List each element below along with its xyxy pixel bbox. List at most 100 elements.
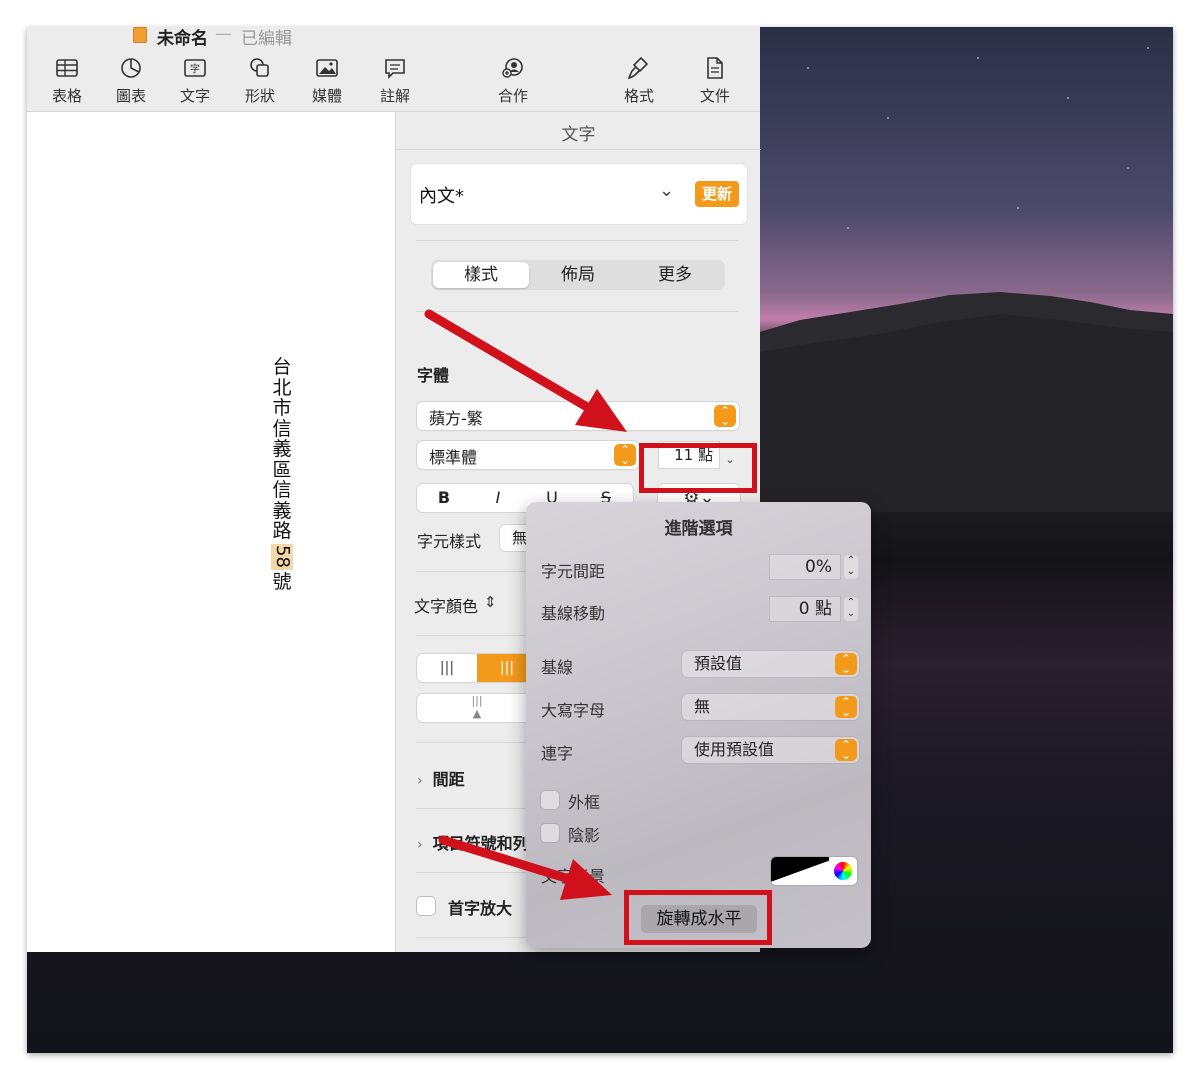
selected-number: 58 <box>271 543 293 570</box>
star <box>1127 167 1129 169</box>
text-char: 信 <box>272 479 292 501</box>
collaborate-icon <box>502 58 523 78</box>
divider <box>416 240 738 241</box>
document-icon <box>707 57 723 79</box>
star <box>1067 97 1069 99</box>
text-background-color-well[interactable] <box>771 857 857 885</box>
up-down-chevron-icon: ⌃ ⌄ <box>835 696 857 718</box>
chevron-right-icon: › <box>417 773 423 789</box>
toolbar-table-button[interactable]: 表格 <box>37 55 97 106</box>
title-separator: — <box>215 27 232 44</box>
advanced-options-popover: 進階選項 字元間距 0% ⌃ ⌄ 基線移動 0 點 ⌃ ⌄ 基線 預設值 ⌃ ⌄ 大寫… <box>526 502 871 948</box>
bullets-label: 項目符號和列表 <box>432 834 529 853</box>
format-brush-icon <box>627 56 649 80</box>
baseline-shift-label: 基線移動 <box>541 604 606 623</box>
mountain-silhouette <box>760 292 1173 512</box>
text-char: 號 <box>272 570 292 593</box>
alignment-buttons: ||| ||| <box>417 654 537 682</box>
chevron-down-icon[interactable]: ⌄ <box>659 180 674 201</box>
toolbar-comment-button[interactable]: 註解 <box>365 55 425 106</box>
toolbar-document-button[interactable]: 文件 <box>685 55 745 106</box>
bold-button[interactable]: B <box>417 484 471 512</box>
toolbar-label: 註解 <box>379 87 410 105</box>
text-char: 北 <box>272 376 292 399</box>
caps-popup[interactable]: 無 ⌃ ⌄ <box>682 694 859 720</box>
baseline-shift-stepper[interactable]: ⌃ ⌄ <box>844 597 858 621</box>
ligature-popup[interactable]: 使用預設值 ⌃ ⌄ <box>682 737 859 763</box>
divider <box>416 311 738 312</box>
dropcap-checkbox[interactable] <box>417 897 435 915</box>
baseline-shift-field[interactable]: 0 點 <box>770 597 840 621</box>
star <box>887 117 889 119</box>
toolbar-label: 合作 <box>497 87 528 105</box>
char-style-label: 字元樣式 <box>417 532 482 551</box>
toolbar-media-button[interactable]: 媒體 <box>297 55 357 106</box>
indent-control[interactable]: ||| ▲ <box>417 694 537 722</box>
up-down-chevron-icon: ⌃ ⌄ <box>835 739 857 761</box>
tab-more[interactable]: 更多 <box>627 262 723 288</box>
sidebar-tabs: 樣式 佈局 更多 <box>431 260 725 290</box>
star <box>847 227 849 229</box>
outline-checkbox[interactable] <box>541 791 559 809</box>
tab-style[interactable]: 樣式 <box>433 262 529 288</box>
toolbar-label: 媒體 <box>311 87 342 105</box>
toolbar-collaborate-button[interactable]: 合作 <box>483 55 543 106</box>
spacing-disclosure[interactable]: › 間距 <box>417 766 465 790</box>
font-weight-popup[interactable]: 標準體 ⌃ ⌄ <box>417 441 639 469</box>
spacing-label: 間距 <box>432 770 465 789</box>
star <box>1017 207 1019 209</box>
up-down-chevron-icon: ⌃ ⌄ <box>714 405 736 427</box>
color-swatch[interactable] <box>771 857 829 885</box>
dropcap-label: 首字放大 <box>448 899 513 918</box>
text-char: 義 <box>272 499 292 522</box>
toolbar-text-button[interactable]: 字 文字 <box>165 55 225 106</box>
title-bar: 未命名 — 已編輯 <box>27 27 760 49</box>
star <box>977 57 979 59</box>
popover-title: 進階選項 <box>664 519 733 539</box>
toolbar-format-button[interactable]: 格式 <box>602 52 676 106</box>
text-color-label[interactable]: 文字顏色 <box>414 593 478 617</box>
toolbar-chart-button[interactable]: 圖表 <box>101 55 161 106</box>
text-char: 義 <box>272 438 292 460</box>
color-wheel-icon[interactable] <box>834 862 852 880</box>
font-section-label: 字體 <box>417 366 450 385</box>
update-style-button[interactable]: 更新 <box>695 181 739 207</box>
bullets-disclosure[interactable]: › 項目符號和列表 <box>417 830 529 854</box>
screenshot-frame: 未命名 — 已編輯 表格 圖表 字 文字 形狀 媒體 註解 合作 格式 文件 台… <box>27 27 1173 1053</box>
caps-value: 無 <box>694 697 711 716</box>
font-family-value: 蘋方-繁 <box>429 409 483 428</box>
annotation-highlight-rotate <box>624 890 772 945</box>
svg-text:字: 字 <box>190 63 200 76</box>
italic-button[interactable]: I <box>471 484 525 512</box>
vertical-address-text[interactable]: 台 北 市 信 義 區 信 義 路 58 號 <box>271 357 293 592</box>
toolbar-label: 表格 <box>51 87 82 105</box>
text-box-icon: 字 <box>184 59 206 77</box>
paragraph-style-selector[interactable]: 內文* ⌄ 更新 <box>411 164 747 224</box>
toolbar-label: 格式 <box>623 87 654 105</box>
toolbar-label: 圖表 <box>115 87 146 105</box>
baseline-popup[interactable]: 預設值 ⌃ ⌄ <box>682 651 859 677</box>
annotation-highlight-gear <box>639 443 757 493</box>
shape-icon <box>250 58 269 77</box>
baseline-label: 基線 <box>541 658 574 677</box>
star <box>807 67 809 69</box>
up-down-chevron-icon[interactable]: ⇕ <box>484 593 497 611</box>
toolbar-label: 文件 <box>699 87 730 105</box>
char-spacing-label: 字元間距 <box>541 562 606 581</box>
comment-icon <box>385 59 405 79</box>
media-icon <box>316 59 338 77</box>
document-canvas[interactable]: 台 北 市 信 義 區 信 義 路 58 號 <box>27 112 395 952</box>
shadow-checkbox[interactable] <box>541 824 559 842</box>
toolbar-shape-button[interactable]: 形狀 <box>230 55 290 106</box>
ligature-value: 使用預設值 <box>694 740 775 759</box>
char-spacing-stepper[interactable]: ⌃ ⌄ <box>844 555 858 579</box>
tab-layout[interactable]: 佈局 <box>530 262 626 288</box>
sidebar-title: 文字 <box>561 125 596 145</box>
text-char: 路 <box>272 520 292 542</box>
char-spacing-field[interactable]: 0% <box>770 555 840 579</box>
font-family-popup[interactable]: 蘋方-繁 ⌃ ⌄ <box>417 402 739 430</box>
align-left-icon[interactable]: ||| <box>417 654 477 682</box>
document-icon <box>133 27 147 43</box>
table-icon <box>56 59 78 77</box>
caps-label: 大寫字母 <box>541 701 606 720</box>
